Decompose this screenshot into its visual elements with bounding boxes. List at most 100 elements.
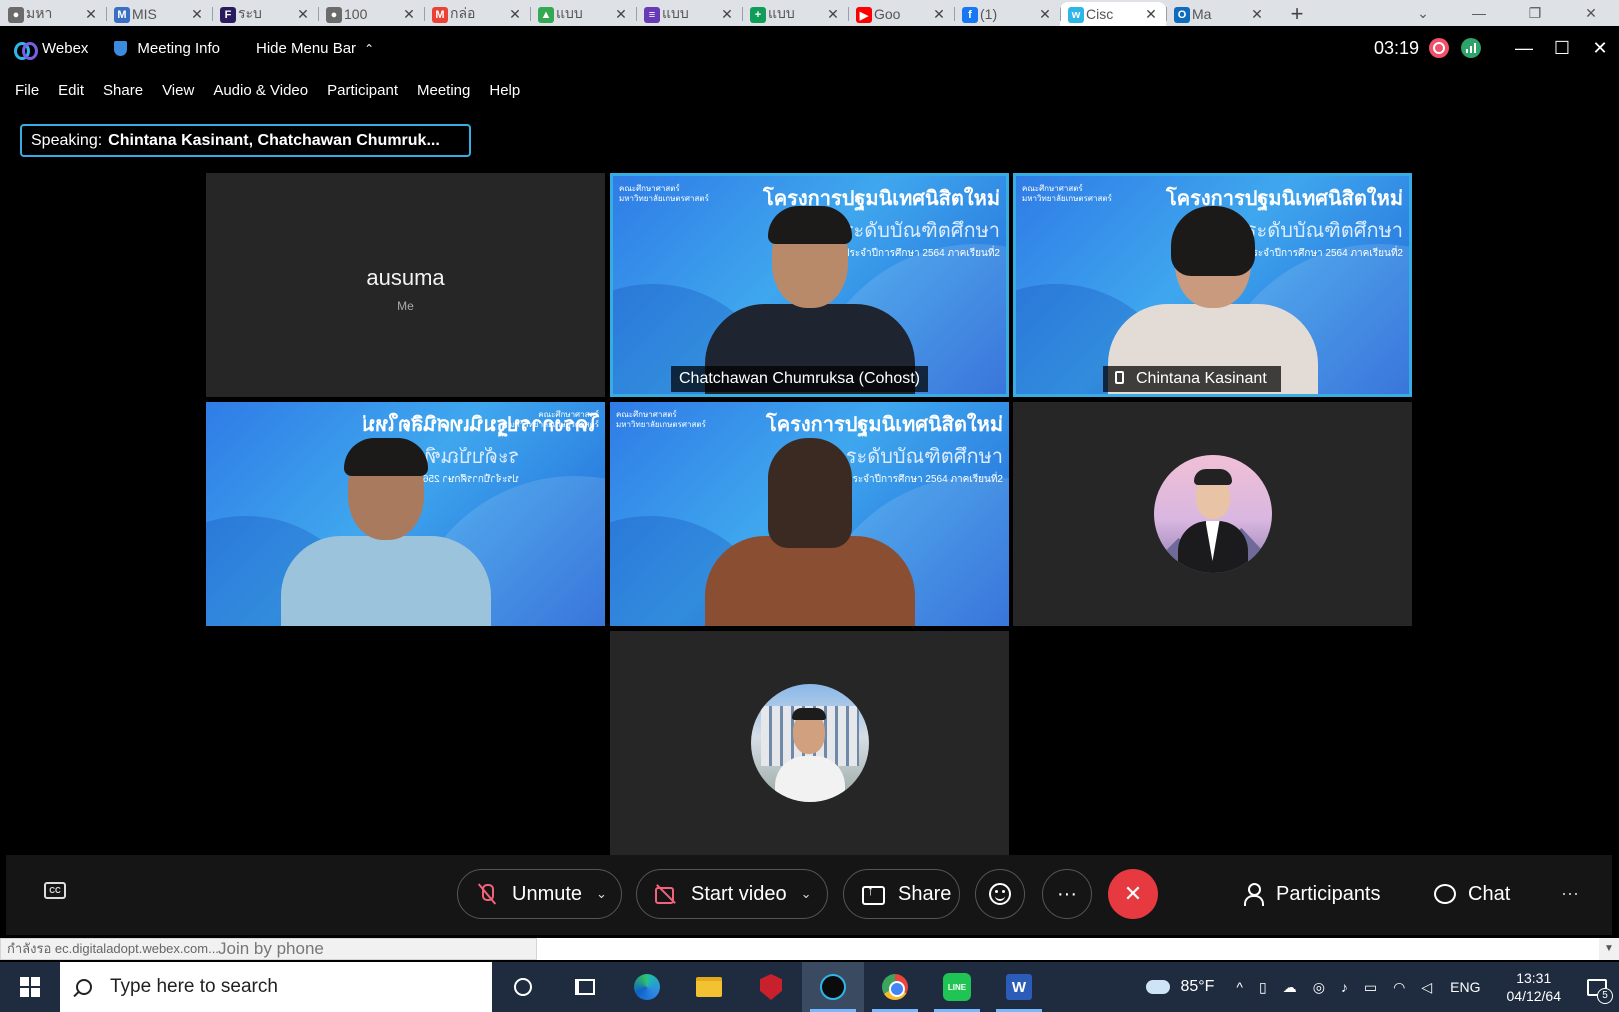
closed-captions-button[interactable]: CC [44,882,66,899]
scroll-down-arrow-icon[interactable]: ▼ [1599,938,1619,960]
menu-bar: File Edit Share View Audio & Video Parti… [0,76,539,104]
line-taskbar-button[interactable]: LINE [926,962,988,1012]
tab-close-icon[interactable]: ✕ [402,6,416,23]
camera-icon[interactable]: ◎ [1313,979,1325,996]
webex-taskbar-button[interactable] [802,962,864,1012]
browser-tab[interactable]: O Ma ✕ [1166,2,1272,26]
share-button[interactable]: Share [843,869,960,919]
university-logo: คณะศึกษาศาสตร์ มหาวิทยาลัยเกษตรศาสตร์ [616,410,706,429]
browser-minimize-button[interactable]: — [1451,5,1507,21]
menu-meeting[interactable]: Meeting [417,82,470,99]
browser-tab[interactable]: F ระบ ✕ [212,2,318,26]
chat-bubble-icon [1434,884,1456,904]
usb-icon[interactable]: ▯ [1259,979,1267,996]
tab-favicon-icon: F [220,7,236,23]
minimize-window-button[interactable]: — [1505,38,1543,59]
join-by-phone-link[interactable]: Join by phone [218,938,324,960]
task-view-button[interactable] [554,962,616,1012]
menu-view[interactable]: View [162,82,194,99]
tab-close-icon[interactable]: ✕ [614,6,628,23]
word-taskbar-button[interactable]: W [988,962,1050,1012]
participant-video-tile-speaker[interactable]: คณะศึกษาศาสตร์ มหาวิทยาลัยเกษตรศาสตร์ โค… [1013,173,1412,397]
participant-avatar-tile[interactable] [1013,402,1412,626]
more-options-button[interactable]: ··· [1042,869,1092,919]
chat-button[interactable]: Chat [1434,869,1510,919]
browser-close-button[interactable]: ✕ [1563,5,1619,22]
tab-favicon-icon: O [1174,7,1190,23]
onedrive-warning-icon[interactable]: ☁ [1283,979,1297,996]
browser-tab[interactable]: ▶ Goo ✕ [848,2,954,26]
chevron-down-icon[interactable]: ⌄ [801,886,812,902]
cortana-icon [514,978,532,996]
tab-favicon-icon: ● [8,7,24,23]
mcafee-taskbar-button[interactable] [740,962,802,1012]
start-button[interactable] [0,962,60,1012]
microphone-icon[interactable]: ♪ [1341,979,1348,995]
file-explorer-taskbar-button[interactable] [678,962,740,1012]
chevron-down-icon[interactable]: ⌄ [596,886,607,902]
tab-close-icon[interactable]: ✕ [1144,6,1158,23]
menu-share[interactable]: Share [103,82,143,99]
reactions-button[interactable] [975,869,1025,919]
browser-tab[interactable]: ● 100 ✕ [318,2,424,26]
browser-tab[interactable]: M MIS ✕ [106,2,212,26]
participant-avatar-tile[interactable] [610,631,1009,855]
show-hidden-icons-button[interactable]: ^ [1236,979,1243,995]
participant-video-tile-cohost[interactable]: คณะศึกษาศาสตร์ มหาวิทยาลัยเกษตรศาสตร์ โค… [610,173,1009,397]
close-window-button[interactable]: ✕ [1581,38,1619,59]
tab-search-button[interactable]: ⌄ [1395,5,1451,22]
recording-icon[interactable] [1429,38,1449,58]
browser-tab[interactable]: + แบบ ✕ [742,2,848,26]
weather-widget[interactable]: 85°F [1146,978,1214,996]
battery-icon[interactable]: ▭ [1364,979,1377,996]
volume-icon[interactable]: ◁ [1421,979,1432,996]
browser-restore-button[interactable]: ❐ [1507,5,1563,22]
tab-close-icon[interactable]: ✕ [296,6,310,23]
browser-tab[interactable]: ● มหา ✕ [0,2,106,26]
tab-close-icon[interactable]: ✕ [1038,6,1052,23]
taskbar-search-box[interactable]: Type here to search [60,962,492,1012]
browser-tab[interactable]: M กล่อ ✕ [424,2,530,26]
browser-tab[interactable]: ≡ แบบ ✕ [636,2,742,26]
menu-audio-video[interactable]: Audio & Video [213,82,308,99]
chevron-up-icon: ⌄ [364,41,375,55]
cortana-button[interactable] [492,962,554,1012]
more-panels-button[interactable]: ··· [1561,883,1579,904]
self-video-tile[interactable]: ausuma Me [206,173,605,397]
browser-tab[interactable]: ▲ แบบ ✕ [530,2,636,26]
unmute-button[interactable]: Unmute ⌄ [457,869,622,919]
tab-close-icon[interactable]: ✕ [932,6,946,23]
participant-video-tile[interactable]: คณะศึกษาศาสตร์ มหาวิทยาลัยเกษตรศาสตร์ โค… [206,402,605,626]
tab-close-icon[interactable]: ✕ [190,6,204,23]
participant-video-tile[interactable]: คณะศึกษาศาสตร์ มหาวิทยาลัยเกษตรศาสตร์ โค… [610,402,1009,626]
people-icon [1244,883,1264,906]
tab-close-icon[interactable]: ✕ [826,6,840,23]
start-video-button[interactable]: Start video ⌄ [636,869,828,919]
tab-close-icon[interactable]: ✕ [508,6,522,23]
browser-tab[interactable]: w Cisc ✕ [1060,2,1166,26]
tab-close-icon[interactable]: ✕ [84,6,98,23]
menu-participant[interactable]: Participant [327,82,398,99]
wifi-icon[interactable]: ◠ [1393,979,1405,996]
tab-title: แบบ [662,5,689,21]
menu-edit[interactable]: Edit [58,82,84,99]
input-language[interactable]: ENG [1450,979,1480,995]
tab-close-icon[interactable]: ✕ [1250,6,1264,23]
browser-tab[interactable]: f (1) ✕ [954,2,1060,26]
new-tab-button[interactable]: + [1282,2,1312,26]
notification-center-button[interactable]: 5 [1575,962,1619,1012]
edge-taskbar-button[interactable] [616,962,678,1012]
task-view-icon [575,979,595,995]
hide-menu-bar-button[interactable]: Hide Menu Bar ⌄ [256,40,374,57]
menu-help[interactable]: Help [489,82,520,99]
chrome-taskbar-button[interactable] [864,962,926,1012]
meeting-info-button[interactable]: Meeting Info [114,40,220,57]
tab-close-icon[interactable]: ✕ [720,6,734,23]
network-stats-icon[interactable] [1461,38,1481,58]
leave-meeting-button[interactable]: ✕ [1108,869,1158,919]
taskbar-clock[interactable]: 13:31 04/12/64 [1507,969,1562,1005]
participants-button[interactable]: Participants [1244,869,1381,919]
maximize-window-button[interactable]: ☐ [1543,38,1581,59]
tab-favicon-icon: ▶ [856,7,872,23]
menu-file[interactable]: File [15,82,39,99]
